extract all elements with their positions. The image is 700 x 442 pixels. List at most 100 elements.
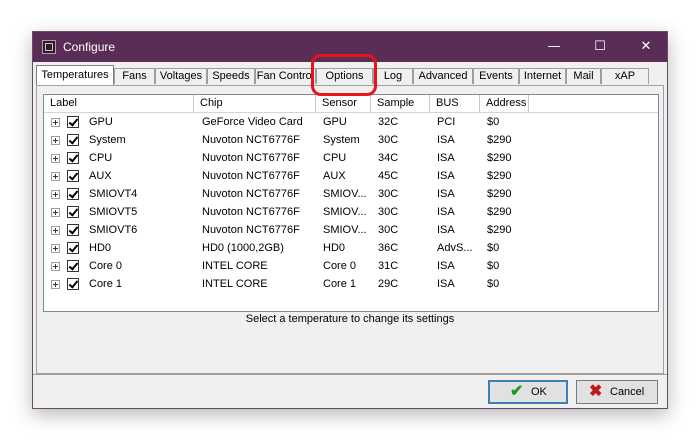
row-bus: ISA bbox=[437, 260, 455, 272]
expand-icon[interactable] bbox=[51, 208, 60, 217]
expand-icon[interactable] bbox=[51, 244, 60, 253]
expand-icon[interactable] bbox=[51, 172, 60, 181]
expand-icon[interactable] bbox=[51, 280, 60, 289]
row-sample: 30C bbox=[378, 206, 399, 218]
list-header: Label Chip Sensor Sample BUS Address bbox=[44, 95, 658, 113]
row-checkbox[interactable] bbox=[67, 188, 79, 200]
row-sample: 36C bbox=[378, 242, 399, 254]
row-address: $0 bbox=[487, 260, 500, 272]
row-sample: 30C bbox=[378, 188, 399, 200]
close-button[interactable]: ✕ bbox=[623, 32, 669, 62]
column-header-address[interactable]: Address bbox=[480, 95, 529, 112]
checkmark-icon: ✔ bbox=[510, 383, 524, 400]
row-address: $290 bbox=[487, 170, 512, 182]
column-header-sensor[interactable]: Sensor bbox=[316, 95, 371, 112]
row-checkbox[interactable] bbox=[67, 278, 79, 290]
row-label: SMIOVT6 bbox=[89, 224, 138, 236]
column-header-sample[interactable]: Sample bbox=[371, 95, 430, 112]
row-bus: AdvS... bbox=[437, 242, 473, 254]
expand-icon[interactable] bbox=[51, 226, 60, 235]
row-checkbox[interactable] bbox=[67, 206, 79, 218]
temperature-list[interactable]: Label Chip Sensor Sample BUS Address GPU… bbox=[43, 94, 659, 312]
row-label: SMIOVT4 bbox=[89, 188, 138, 200]
row-sample: 45C bbox=[378, 170, 399, 182]
minimize-button[interactable]: — bbox=[531, 32, 577, 62]
table-row[interactable]: Core 0 INTEL CORE Core 0 31C ISA $0 bbox=[44, 257, 658, 275]
tab-speeds[interactable]: Speeds bbox=[207, 68, 255, 84]
row-checkbox[interactable] bbox=[67, 242, 79, 254]
column-header-chip[interactable]: Chip bbox=[194, 95, 316, 112]
row-bus: ISA bbox=[437, 206, 455, 218]
row-sample: 34C bbox=[378, 152, 399, 164]
temperatures-panel: Label Chip Sensor Sample BUS Address GPU… bbox=[36, 85, 664, 374]
expand-icon[interactable] bbox=[51, 262, 60, 271]
tab-advanced[interactable]: Advanced bbox=[413, 68, 473, 84]
row-sensor: GPU bbox=[323, 116, 347, 128]
row-label: GPU bbox=[89, 116, 113, 128]
row-sample: 29C bbox=[378, 278, 399, 290]
row-checkbox[interactable] bbox=[67, 134, 79, 146]
row-chip: Nuvoton NCT6776F bbox=[202, 206, 300, 218]
row-checkbox[interactable] bbox=[67, 224, 79, 236]
row-sensor: Core 0 bbox=[323, 260, 357, 272]
expand-icon[interactable] bbox=[51, 190, 60, 199]
table-row[interactable]: SMIOVT4 Nuvoton NCT6776F SMIOV... 30C IS… bbox=[44, 185, 658, 203]
row-checkbox[interactable] bbox=[67, 170, 79, 182]
row-sample: 30C bbox=[378, 224, 399, 236]
expand-icon[interactable] bbox=[51, 136, 60, 145]
row-chip: GeForce Video Card bbox=[202, 116, 303, 128]
row-label: AUX bbox=[89, 170, 112, 182]
maximize-button[interactable]: ☐ bbox=[577, 32, 623, 62]
tab-events[interactable]: Events bbox=[473, 68, 519, 84]
table-row[interactable]: HD0 HD0 (1000,2GB) HD0 36C AdvS... $0 bbox=[44, 239, 658, 257]
ok-button[interactable]: ✔ OK bbox=[488, 380, 568, 404]
row-checkbox[interactable] bbox=[67, 116, 79, 128]
row-bus: ISA bbox=[437, 152, 455, 164]
cancel-button[interactable]: ✖ Cancel bbox=[576, 380, 658, 404]
row-bus: ISA bbox=[437, 134, 455, 146]
row-label: System bbox=[89, 134, 126, 146]
expand-icon[interactable] bbox=[51, 154, 60, 163]
row-chip: Nuvoton NCT6776F bbox=[202, 188, 300, 200]
row-chip: Nuvoton NCT6776F bbox=[202, 152, 300, 164]
row-address: $290 bbox=[487, 152, 512, 164]
divider bbox=[33, 374, 667, 375]
row-bus: ISA bbox=[437, 278, 455, 290]
row-sample: 32C bbox=[378, 116, 399, 128]
expand-icon[interactable] bbox=[51, 118, 60, 127]
row-chip: Nuvoton NCT6776F bbox=[202, 224, 300, 236]
column-header-label[interactable]: Label bbox=[44, 95, 194, 112]
tab-log[interactable]: Log bbox=[373, 68, 413, 84]
tab-internet[interactable]: Internet bbox=[519, 68, 566, 84]
tab-xap[interactable]: xAP bbox=[601, 68, 649, 84]
row-bus: ISA bbox=[437, 188, 455, 200]
table-row[interactable]: AUX Nuvoton NCT6776F AUX 45C ISA $290 bbox=[44, 167, 658, 185]
row-chip: Nuvoton NCT6776F bbox=[202, 134, 300, 146]
column-header-bus[interactable]: BUS bbox=[430, 95, 480, 112]
row-label: SMIOVT5 bbox=[89, 206, 138, 218]
row-chip: Nuvoton NCT6776F bbox=[202, 170, 300, 182]
row-checkbox[interactable] bbox=[67, 260, 79, 272]
row-address: $290 bbox=[487, 134, 512, 146]
tab-mail[interactable]: Mail bbox=[566, 68, 601, 84]
row-label: HD0 bbox=[89, 242, 112, 254]
row-label: Core 0 bbox=[89, 260, 123, 272]
table-row[interactable]: System Nuvoton NCT6776F System 30C ISA $… bbox=[44, 131, 658, 149]
table-row[interactable]: GPU GeForce Video Card GPU 32C PCI $0 bbox=[44, 113, 658, 131]
row-sensor: HD0 bbox=[323, 242, 346, 254]
table-row[interactable]: CPU Nuvoton NCT6776F CPU 34C ISA $290 bbox=[44, 149, 658, 167]
table-row[interactable]: SMIOVT5 Nuvoton NCT6776F SMIOV... 30C IS… bbox=[44, 203, 658, 221]
row-sensor: CPU bbox=[323, 152, 347, 164]
row-sensor: AUX bbox=[323, 170, 346, 182]
tab-fan-control[interactable]: Fan Control bbox=[255, 68, 316, 84]
cancel-label: Cancel bbox=[610, 386, 645, 398]
row-bus: ISA bbox=[437, 224, 455, 236]
table-row[interactable]: Core 1 INTEL CORE Core 1 29C ISA $0 bbox=[44, 275, 658, 293]
row-address: $290 bbox=[487, 206, 512, 218]
tab-voltages[interactable]: Voltages bbox=[155, 68, 207, 84]
row-label: Core 1 bbox=[89, 278, 123, 290]
table-row[interactable]: SMIOVT6 Nuvoton NCT6776F SMIOV... 30C IS… bbox=[44, 221, 658, 239]
tab-fans[interactable]: Fans bbox=[114, 68, 155, 84]
row-checkbox[interactable] bbox=[67, 152, 79, 164]
tab-temperatures[interactable]: Temperatures bbox=[36, 65, 114, 85]
